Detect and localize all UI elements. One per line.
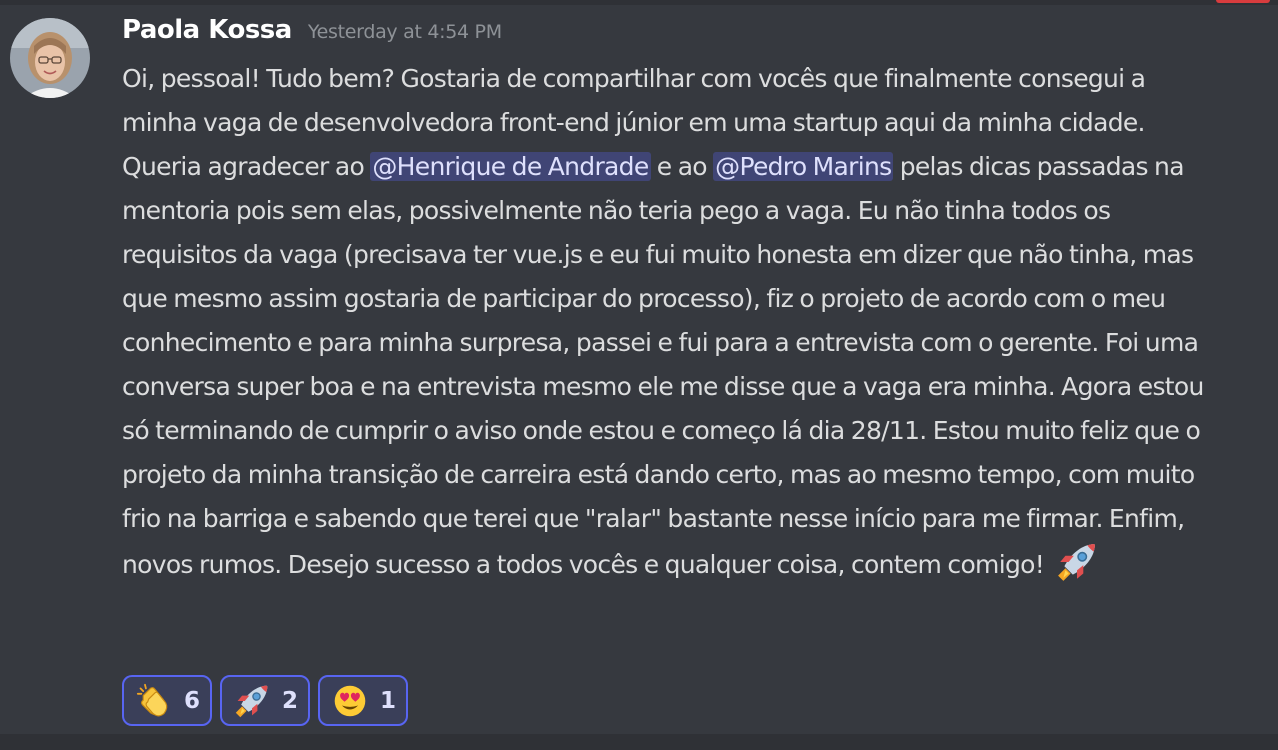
reaction-heart-eyes[interactable]: 1 <box>318 675 409 726</box>
reaction-count: 2 <box>282 687 299 714</box>
message-content: Oi, pessoal! Tudo bem? Gostaria de compa… <box>122 57 1212 587</box>
chat-message[interactable]: Paola Kossa Yesterday at 4:54 PM Oi, pes… <box>0 5 1278 734</box>
heart-eyes-icon <box>334 685 366 716</box>
bottom-divider <box>0 734 1278 750</box>
reactions-bar: 6 2 1 <box>122 675 409 726</box>
avatar-photo-icon <box>10 18 90 98</box>
clapping-hands-icon <box>136 683 168 716</box>
message-header: Paola Kossa Yesterday at 4:54 PM <box>122 15 502 51</box>
timestamp: Yesterday at 4:54 PM <box>307 21 502 43</box>
reaction-rocket[interactable]: 2 <box>220 675 311 726</box>
user-mention[interactable]: @Henrique de Andrade <box>370 152 651 181</box>
reaction-clap[interactable]: 6 <box>122 675 213 726</box>
user-avatar[interactable] <box>10 18 90 98</box>
chat-window: Paola Kossa Yesterday at 4:54 PM Oi, pes… <box>0 0 1278 750</box>
new-message-indicator <box>1216 0 1270 3</box>
rocket-emoji-icon <box>1058 544 1096 581</box>
rocket-icon <box>235 685 268 717</box>
reaction-count: 6 <box>184 687 201 714</box>
user-mention[interactable]: @Pedro Marins <box>713 152 894 181</box>
message-text-part: pelas dicas passadas na mentoria pois se… <box>122 152 1204 579</box>
reaction-count: 1 <box>380 687 397 714</box>
username[interactable]: Paola Kossa <box>122 15 292 45</box>
message-text-part: e ao <box>650 152 714 181</box>
